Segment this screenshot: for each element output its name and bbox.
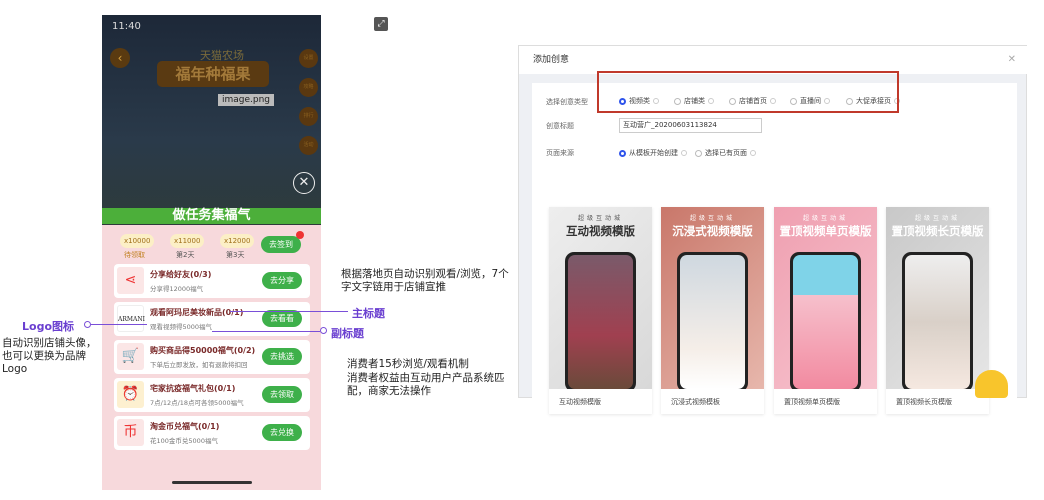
logo-annotation-title: Logo图标 (22, 320, 74, 333)
checkin-label: 第2天 (176, 251, 195, 259)
alarm-icon: ⏰ (117, 381, 144, 408)
title-label: 创意标题 (546, 122, 574, 130)
sub-title-annotation: 副标题 (331, 327, 364, 340)
side-button[interactable]: 活动 (299, 136, 318, 155)
creative-title-input[interactable]: 互动营广_20200603113824 (619, 118, 762, 133)
template-thumbnail: 超级互动城 置顶视频长页模版 (886, 207, 989, 389)
template-card[interactable]: 超级互动城 沉浸式视频模版 沉浸式视频模板 (661, 207, 764, 414)
template-thumbnail: 超级互动城 置顶视频单页模版 (774, 207, 877, 389)
annotation-line (230, 311, 348, 312)
checkin-button[interactable]: 去签到 (261, 236, 301, 253)
task-item: 币 淘金币兑福气(0/1) 花100金币兑5000福气 去兑换 (114, 416, 310, 450)
close-icon[interactable]: ✕ (293, 172, 315, 194)
annotation-marker (84, 321, 91, 328)
notification-dot (296, 231, 304, 239)
expand-icon[interactable]: ⤢ (374, 17, 388, 31)
radio-existing-page[interactable]: 选择已有页面 (695, 148, 756, 158)
task-title: 购买商品得50000福气(0/2) (150, 346, 256, 355)
side-button[interactable]: 设置 (299, 49, 318, 68)
home-indicator (172, 481, 252, 484)
side-button[interactable]: 排行 (299, 107, 318, 126)
cart-icon: 🛒 (117, 343, 144, 370)
template-card[interactable]: 超级互动城 互动视频模版 互动视频模版 (549, 207, 652, 414)
template-name: 互动视频模版 (559, 398, 601, 406)
side-button[interactable]: 攻略 (299, 78, 318, 97)
template-thumbnail: 超级互动城 沉浸式视频模版 (661, 207, 764, 389)
mechanism-annotation: 消费者15秒浏览/观看机制 (347, 358, 469, 370)
checkin-label: 第3天 (226, 251, 245, 259)
checkin-coin: x12000 (220, 234, 255, 248)
logo-annotation-desc: 自动识别店铺头像，也可以更换为品牌Logo (2, 337, 97, 375)
back-icon[interactable]: ‹ (110, 48, 130, 68)
source-label: 页面来源 (546, 149, 574, 157)
dialog-body: 选择创意类型 视频类 店铺类 店铺首页 直播间 大促承接页 创意标题 互动营广_… (532, 83, 1017, 414)
checkin-label: 待领取 (124, 251, 145, 259)
task-subtitle: 7点/12点/18点可各领5000福气 (150, 399, 244, 407)
task-title: 分享给好友(0/3) (150, 270, 212, 279)
auto-detect-annotation: 根据落地页自动识别观看/浏览，7个字文字链用于店铺宣推 (341, 268, 509, 293)
task-item: ⏰ 宅家抗疫福气礼包(0/1) 7点/12点/18点可各领5000福气 去领取 (114, 378, 310, 412)
template-thumbnail: 超级互动城 互动视频模版 (549, 207, 652, 389)
mechanism-annotation: 消费者权益由互动用户产品系统匹配，商家无法操作 (347, 372, 505, 397)
status-time: 11:40 (112, 21, 141, 32)
task-title: 观看阿玛尼美妆新品(0/1) (150, 308, 244, 317)
radio-from-template[interactable]: 从模板开始创建 (619, 148, 687, 158)
task-button[interactable]: 去看看 (262, 310, 302, 327)
share-icon: ⋖ (117, 267, 144, 294)
type-label: 选择创意类型 (546, 98, 588, 106)
template-name: 沉浸式视频模板 (671, 398, 720, 406)
task-button[interactable]: 去领取 (262, 386, 302, 403)
checkin-coin: x11000 (170, 234, 205, 248)
template-card[interactable]: 超级互动城 置顶视频单页模版 置顶视频单页模版 (774, 207, 877, 414)
dialog-title: 添加创意 (519, 46, 1028, 74)
task-title: 淘金币兑福气(0/1) (150, 422, 220, 431)
template-name: 置顶视频单页模版 (784, 398, 840, 406)
coin-icon: 币 (117, 419, 144, 446)
main-title-annotation: 主标题 (352, 307, 385, 320)
task-button[interactable]: 去兑换 (262, 424, 302, 441)
image-tooltip: image.png (218, 94, 275, 106)
checkin-coin: x10000 (120, 234, 155, 248)
task-button[interactable]: 去分享 (262, 272, 302, 289)
task-item: ⋖ 分享给好友(0/3) 分享得12000福气 去分享 (114, 264, 310, 298)
annotation-line (212, 331, 320, 332)
task-item: 🛒 购买商品得50000福气(0/2) 下单后立即发放，如有退款将扣回 去挑选 (114, 340, 310, 374)
task-subtitle: 观看视频得5000福气 (150, 323, 213, 331)
highlight-box (597, 71, 899, 113)
template-name: 置顶视频长页模版 (896, 398, 952, 406)
task-subtitle: 下单后立即发放，如有退款将扣回 (150, 361, 248, 369)
task-subtitle: 花100金币兑5000福气 (150, 437, 218, 445)
close-icon[interactable]: ✕ (1008, 46, 1016, 74)
task-title: 宅家抗疫福气礼包(0/1) (150, 384, 236, 393)
game-title: 福年种福果 (157, 61, 269, 87)
annotation-marker (320, 327, 327, 334)
assistant-mascot-icon[interactable] (975, 370, 1008, 398)
template-card[interactable]: 超级互动城 置顶视频长页模版 置顶视频长页模版 (886, 207, 989, 414)
annotation-line (91, 324, 147, 325)
task-subtitle: 分享得12000福气 (150, 285, 204, 293)
task-banner: 做任务集福气 (102, 208, 321, 224)
task-button[interactable]: 去挑选 (262, 348, 302, 365)
add-creative-dialog: 添加创意 ✕ 选择创意类型 视频类 店铺类 店铺首页 直播间 大促承接页 创意标… (518, 45, 1028, 414)
armani-logo: ARMANI (117, 305, 145, 332)
